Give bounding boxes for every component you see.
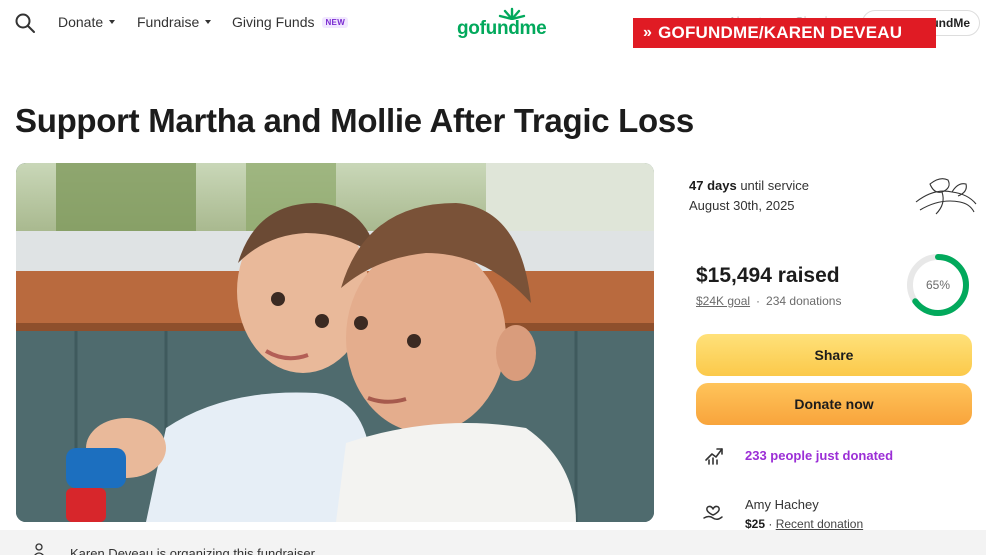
donate-now-button[interactable]: Donate now [696,383,972,425]
donor-name: Amy Hachey [745,497,819,512]
donation-count: 234 donations [766,294,842,308]
days-count: 47 days [689,178,737,193]
credit-text: GOFUNDME/KAREN DEVEAU [658,23,903,42]
service-date: August 30th, 2025 [689,198,795,213]
share-button[interactable]: Share [696,334,972,376]
share-button-label: Share [814,347,854,363]
nav-fundraise-label: Fundraise [137,14,200,30]
organizer-text: Karen Deveau is organizing this fundrais… [70,546,315,555]
flower-icon [915,178,977,215]
goal-line: $24K goal · 234 donations [696,294,841,308]
person-icon [34,543,44,555]
photo-illustration [16,163,654,522]
donate-now-label: Donate now [794,396,874,412]
campaign-photo[interactable] [16,163,654,522]
days-until-service: 47 days until service [689,178,809,193]
nav-donate[interactable]: Donate [58,14,116,30]
days-suffix: until service [740,178,809,193]
news-credit-banner: » GOFUNDME/KAREN DEVEAU [633,18,936,48]
separator-dot: · [768,517,773,531]
logo-text: gofundme [457,18,547,39]
gofundme-logo[interactable]: gofundme [457,6,553,40]
trending-up-icon [705,448,723,465]
nav-donate-label: Donate [58,14,104,30]
nav-giving-funds[interactable]: Giving Funds NEW [232,14,349,30]
progress-percent: 65% [925,278,951,292]
recent-donation-link[interactable]: Recent donation [776,517,863,531]
donation-icon [703,505,723,521]
double-chevron-icon: » [643,24,653,41]
nav-giving-funds-label: Giving Funds [232,14,315,30]
amount-raised: $15,494 raised [696,264,840,287]
recent-donors-count[interactable]: 233 people just donated [745,448,893,463]
search-icon[interactable] [14,12,36,34]
donor-amount: $25 [745,517,766,531]
goal-link[interactable]: $24K goal [696,294,750,308]
chevron-down-icon [109,20,116,24]
chevron-down-icon [205,20,212,24]
campaign-title: Support Martha and Mollie After Tragic L… [15,102,694,139]
nav-fundraise[interactable]: Fundraise [137,14,212,30]
separator-dot: · [756,294,761,308]
new-badge: NEW [322,16,349,28]
donor-amount-line: $25 · Recent donation [745,517,863,531]
